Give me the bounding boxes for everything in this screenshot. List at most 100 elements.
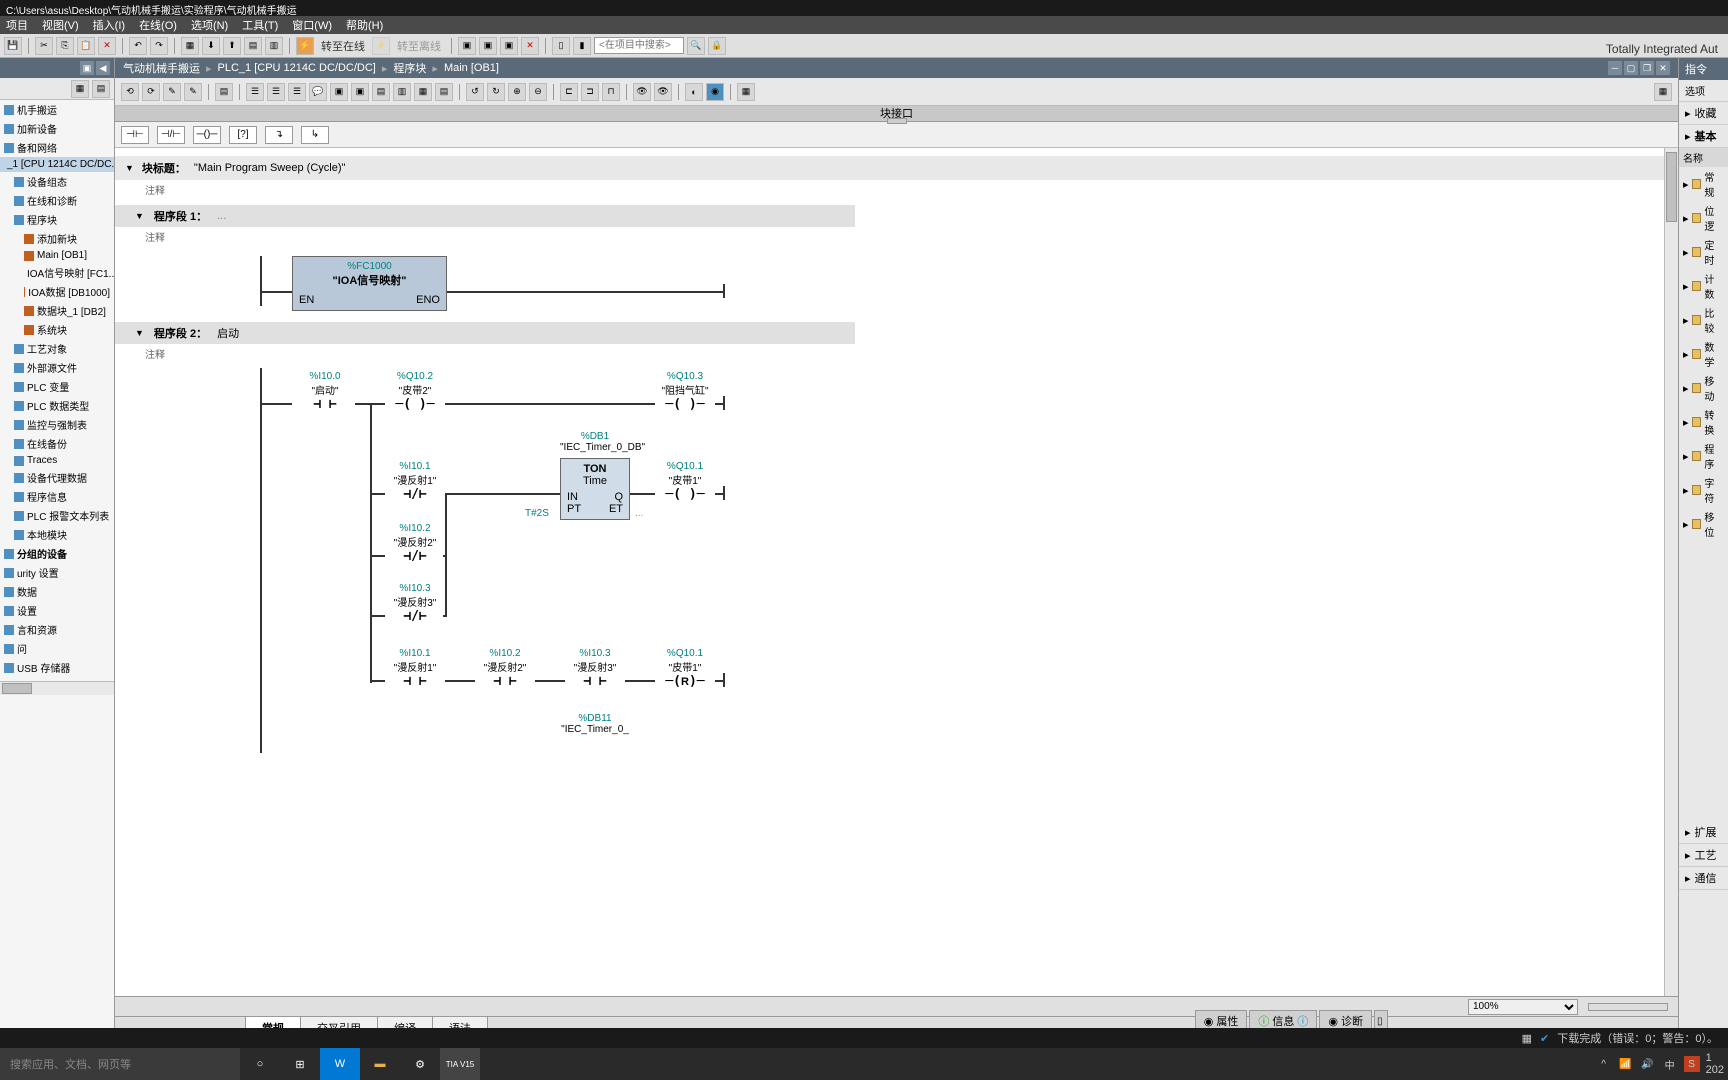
ton-box[interactable]: TON Time INQ PTET: [560, 458, 630, 520]
tool-icon[interactable]: ⟲: [121, 83, 139, 101]
segment-2-header[interactable]: ▼ 程序段 2： 启动: [115, 322, 855, 344]
contact-i101[interactable]: %I10.1"漫反射1" ⊣ ⊢: [380, 648, 450, 689]
tool-icon[interactable]: ⊐: [581, 83, 599, 101]
comment-icon[interactable]: 💬: [309, 83, 327, 101]
tool-icon[interactable]: ▥: [393, 83, 411, 101]
menu-online[interactable]: 在线(O): [139, 17, 177, 33]
tool-icon[interactable]: ▣: [351, 83, 369, 101]
download-icon[interactable]: ⬇: [202, 37, 220, 55]
tree-item[interactable]: USB 存储器: [0, 658, 114, 677]
menu-view[interactable]: 视图(V): [42, 17, 79, 33]
close-icon[interactable]: ✕: [1656, 61, 1670, 75]
compile-icon[interactable]: ▦: [181, 37, 199, 55]
tree-item[interactable]: 设置: [0, 601, 114, 620]
menu-options[interactable]: 选项(N): [191, 17, 228, 33]
tool-icon[interactable]: ⟳: [142, 83, 160, 101]
lock-icon[interactable]: 🔒: [708, 37, 726, 55]
branch-icon[interactable]: ↳: [301, 126, 329, 144]
tree-item[interactable]: 程序块: [0, 210, 114, 229]
project-search-input[interactable]: [594, 37, 684, 54]
tool-icon[interactable]: ▣: [330, 83, 348, 101]
instruction-folder[interactable]: ▸计数: [1679, 269, 1728, 303]
coil-q101[interactable]: %Q10.1"皮带1" ─( )─: [650, 461, 720, 502]
tool-icon[interactable]: ⊕: [508, 83, 526, 101]
bc-main[interactable]: Main [OB1]: [444, 62, 499, 74]
go-offline-icon[interactable]: ⚡: [372, 37, 390, 55]
branch-icon[interactable]: ↴: [265, 126, 293, 144]
split-icon[interactable]: ▮: [573, 37, 591, 55]
contact-i103-nc[interactable]: %I10.3"漫反射3" ⊣/⊢: [380, 583, 450, 624]
monitor-icon[interactable]: 👁: [633, 83, 651, 101]
tool-icon[interactable]: ↻: [487, 83, 505, 101]
bc-plc[interactable]: PLC_1 [CPU 1214C DC/DC/DC]: [218, 62, 376, 74]
instruction-folder[interactable]: ▸字符: [1679, 473, 1728, 507]
bc-project[interactable]: 气动机械手搬运: [123, 60, 200, 76]
segment-1-header[interactable]: ▼ 程序段 1： ...: [115, 205, 855, 227]
tool-icon[interactable]: ⊖: [529, 83, 547, 101]
instruction-folder[interactable]: ▸常规: [1679, 167, 1728, 201]
cut-icon[interactable]: ✂: [35, 37, 53, 55]
tree-item[interactable]: urity 设置: [0, 563, 114, 582]
tool-icon[interactable]: ⊓: [602, 83, 620, 101]
tool-icon[interactable]: ▤: [372, 83, 390, 101]
paste-icon[interactable]: 📋: [77, 37, 95, 55]
tree-item[interactable]: 设备组态: [0, 172, 114, 191]
tool-icon[interactable]: ▦: [737, 83, 755, 101]
tool-icon[interactable]: ◉: [706, 83, 724, 101]
collapse-icon[interactable]: ▼: [135, 328, 144, 338]
explorer-icon[interactable]: ▬: [360, 1048, 400, 1080]
expand-icon[interactable]: ▦: [1654, 83, 1672, 101]
tree-item[interactable]: PLC 变量: [0, 377, 114, 396]
search-icon[interactable]: 🔍: [687, 37, 705, 55]
save-icon[interactable]: 💾: [4, 37, 22, 55]
tool-icon[interactable]: ▣: [458, 37, 476, 55]
network-icon[interactable]: ☰: [267, 83, 285, 101]
tree-item[interactable]: 程序信息: [0, 487, 114, 506]
tool-icon[interactable]: ◐: [685, 83, 703, 101]
word-icon[interactable]: W: [320, 1048, 360, 1080]
network-icon[interactable]: ☰: [288, 83, 306, 101]
tree-item[interactable]: 数据块_1 [DB2]: [0, 301, 114, 320]
tree-tool-icon[interactable]: ▤: [92, 80, 110, 98]
contact-i101-nc[interactable]: %I10.1"漫反射1" ⊣/⊢: [380, 461, 450, 502]
tree-item[interactable]: PLC 报警文本列表: [0, 506, 114, 525]
coil-q102[interactable]: %Q10.2"皮带2" ─( )─: [380, 371, 450, 412]
tree-item[interactable]: PLC 数据类型: [0, 396, 114, 415]
block-interface[interactable]: 块接口: [115, 106, 1678, 122]
tool-icon[interactable]: ↺: [466, 83, 484, 101]
box-icon[interactable]: [?]: [229, 126, 257, 144]
tech-section[interactable]: ▸工艺: [1679, 844, 1728, 867]
tree-item[interactable]: 在线备份: [0, 434, 114, 453]
tree-item[interactable]: IOA信号映射 [FC1...: [0, 263, 114, 282]
taskbar-search[interactable]: 搜索应用、文档、网页等: [0, 1048, 240, 1080]
reset-coil-q101[interactable]: %Q10.1"皮带1" ─(R)─: [650, 648, 720, 689]
basic-section[interactable]: ▸基本: [1679, 125, 1728, 148]
tree-item[interactable]: 系统块: [0, 320, 114, 339]
block-title-value[interactable]: "Main Program Sweep (Cycle)": [194, 162, 345, 174]
tree-item[interactable]: 加新设备: [0, 119, 114, 138]
tree-item[interactable]: 问: [0, 639, 114, 658]
expand-section[interactable]: ▸扩展: [1679, 821, 1728, 844]
upload-icon[interactable]: ⬆: [223, 37, 241, 55]
menu-help[interactable]: 帮助(H): [346, 17, 383, 33]
options-section[interactable]: 选项: [1679, 80, 1728, 102]
network-icon[interactable]: 📶: [1618, 1056, 1634, 1072]
copy-icon[interactable]: ⎘: [56, 37, 74, 55]
maximize-icon[interactable]: ▢: [1624, 61, 1638, 75]
tool-icon[interactable]: ⊏: [560, 83, 578, 101]
tool-icon[interactable]: ▤: [435, 83, 453, 101]
go-online-icon[interactable]: ⚡: [296, 37, 314, 55]
instructions-header[interactable]: 指令: [1679, 58, 1728, 80]
instruction-folder[interactable]: ▸数学: [1679, 337, 1728, 371]
coil-icon[interactable]: ─()─: [193, 126, 221, 144]
restore-icon[interactable]: ❐: [1640, 61, 1654, 75]
redo-icon[interactable]: ↷: [150, 37, 168, 55]
instruction-folder[interactable]: ▸位逻: [1679, 201, 1728, 235]
tree-collapse-icon[interactable]: ▣: [80, 61, 94, 75]
instruction-folder[interactable]: ▸移动: [1679, 371, 1728, 405]
tool-icon[interactable]: ▤: [244, 37, 262, 55]
minimize-icon[interactable]: ─: [1608, 61, 1622, 75]
tree-scrollbar-h[interactable]: [0, 681, 114, 695]
fc-call-box[interactable]: %FC1000 "IOA信号映射" EN ENO: [292, 256, 447, 311]
tree-item[interactable]: 分组的设备: [0, 544, 114, 563]
